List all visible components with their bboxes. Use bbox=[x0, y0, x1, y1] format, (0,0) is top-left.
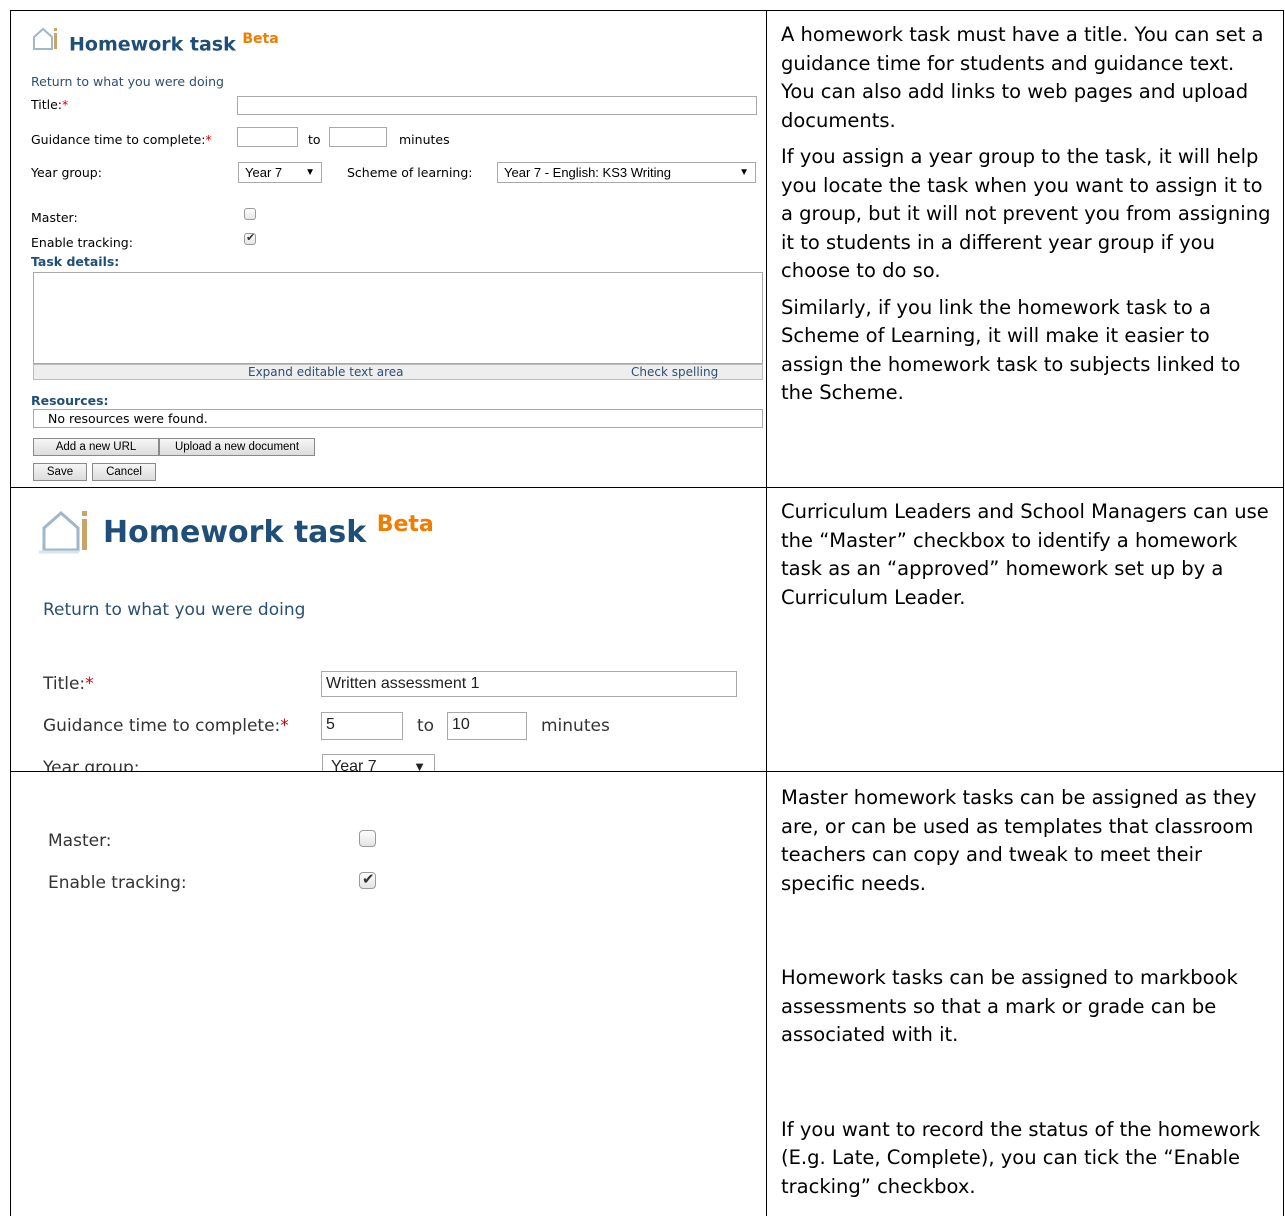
title-label-text: Title: bbox=[31, 97, 62, 112]
paragraph: If you want to record the status of the … bbox=[781, 1117, 1261, 1198]
required-mark: * bbox=[205, 132, 212, 147]
explanation-2: Curriculum Leaders and School Managers c… bbox=[767, 488, 1283, 771]
house-icon bbox=[33, 27, 57, 50]
page-title: Homework task Beta bbox=[69, 31, 279, 55]
checkmark-icon: ✔ bbox=[362, 870, 375, 888]
task-details-textarea[interactable] bbox=[33, 272, 763, 364]
row-2: Homework task Beta Return to what you we… bbox=[10, 487, 1284, 772]
triangle-down-icon: ▼ bbox=[305, 167, 315, 178]
guidance-label-text: Guidance time to complete: bbox=[43, 716, 281, 736]
paragraph: If you assign a year group to the task, … bbox=[781, 145, 1271, 282]
title-label: Title:* bbox=[31, 97, 68, 112]
screenshot-large-form: Homework task Beta Return to what you we… bbox=[11, 488, 767, 771]
year-group-label: Year group: bbox=[31, 165, 102, 180]
required-mark: * bbox=[62, 97, 69, 112]
check-spelling-link[interactable]: Check spelling bbox=[631, 365, 718, 379]
paragraph: Master homework tasks can be assigned as… bbox=[781, 786, 1257, 895]
page-title-text: Homework task bbox=[69, 33, 236, 56]
guidance-label: Guidance time to complete:* bbox=[43, 716, 289, 736]
explanation-1: A homework task must have a title. You c… bbox=[767, 11, 1283, 487]
triangle-down-icon: ▼ bbox=[413, 759, 426, 771]
return-link[interactable]: Return to what you were doing bbox=[43, 600, 305, 620]
upload-document-button[interactable]: Upload a new document bbox=[159, 438, 315, 456]
title-input[interactable]: Written assessment 1 bbox=[321, 671, 737, 697]
guidance-label: Guidance time to complete:* bbox=[31, 132, 212, 147]
tracking-checkbox[interactable]: ✔ bbox=[359, 870, 376, 889]
title-label-text: Title: bbox=[43, 674, 86, 694]
explanation-3: Master homework tasks can be assigned as… bbox=[767, 772, 1283, 1216]
required-mark: * bbox=[85, 674, 94, 694]
to-label: to bbox=[417, 716, 435, 736]
paragraph: A homework task must have a title. You c… bbox=[781, 23, 1264, 132]
guidance-label-text: Guidance time to complete: bbox=[31, 132, 206, 147]
tracking-label: Enable tracking: bbox=[31, 235, 133, 250]
row-1: Homework task Beta Return to what you we… bbox=[10, 10, 1284, 488]
paragraph: Homework tasks can be assigned to markbo… bbox=[781, 966, 1238, 1046]
paragraph: Similarly, if you link the homework task… bbox=[781, 295, 1241, 405]
beta-badge: Beta bbox=[242, 31, 279, 47]
master-label: Master: bbox=[31, 210, 78, 225]
expand-text-area-link[interactable]: Expand editable text area bbox=[248, 365, 404, 379]
cancel-button[interactable]: Cancel bbox=[92, 463, 156, 481]
tracking-checkbox[interactable]: ✔ bbox=[244, 231, 256, 245]
year-group-value: Year 7 bbox=[331, 758, 377, 771]
guidance-to-input[interactable] bbox=[329, 127, 387, 147]
scheme-label: Scheme of learning: bbox=[347, 165, 473, 180]
resources-list: No resources were found. bbox=[33, 409, 763, 428]
year-group-label: Year group: bbox=[43, 758, 140, 771]
guidance-from-input[interactable] bbox=[237, 127, 298, 147]
year-group-select[interactable]: Year 7 ▼ bbox=[238, 162, 322, 183]
screenshot-small-form: Homework task Beta Return to what you we… bbox=[11, 11, 767, 487]
guidance-to-input[interactable]: 10 bbox=[447, 712, 527, 740]
minutes-label: minutes bbox=[541, 716, 610, 736]
scheme-value: Year 7 - English: KS3 Writing bbox=[504, 165, 671, 180]
required-mark: * bbox=[280, 716, 289, 736]
year-group-select[interactable]: Year 7 ▼ bbox=[322, 754, 435, 771]
title-label: Title:* bbox=[43, 674, 94, 694]
guidance-from-input[interactable]: 5 bbox=[321, 712, 403, 740]
master-checkbox[interactable] bbox=[359, 830, 376, 847]
return-link[interactable]: Return to what you were doing bbox=[31, 74, 224, 89]
no-resources-text: No resources were found. bbox=[48, 411, 208, 426]
add-url-button[interactable]: Add a new URL bbox=[33, 438, 159, 456]
title-input[interactable] bbox=[237, 96, 757, 115]
tracking-label: Enable tracking: bbox=[48, 873, 187, 893]
to-label: to bbox=[308, 132, 321, 147]
page-title: Homework task Beta bbox=[103, 512, 434, 550]
resources-label: Resources: bbox=[31, 393, 109, 408]
year-group-value: Year 7 bbox=[245, 165, 283, 180]
task-details-label: Task details: bbox=[31, 254, 120, 269]
scheme-select[interactable]: Year 7 - English: KS3 Writing ▼ bbox=[497, 162, 756, 183]
master-checkbox[interactable] bbox=[244, 208, 256, 220]
paragraph: Curriculum Leaders and School Managers c… bbox=[781, 500, 1269, 609]
minutes-label: minutes bbox=[399, 132, 450, 147]
master-label: Master: bbox=[48, 831, 112, 851]
triangle-down-icon: ▼ bbox=[739, 167, 749, 178]
house-icon bbox=[39, 510, 87, 554]
checkmark-icon: ✔ bbox=[246, 231, 256, 244]
editor-toolbar: Expand editable text area Check spelling bbox=[33, 364, 763, 380]
screenshot-checkboxes: Master: Enable tracking: ✔ bbox=[11, 772, 767, 1216]
page-title-text: Homework task bbox=[103, 515, 367, 550]
beta-badge: Beta bbox=[376, 512, 434, 537]
save-button[interactable]: Save bbox=[33, 463, 87, 481]
row-3: Master: Enable tracking: ✔ Master homewo… bbox=[10, 771, 1284, 1216]
